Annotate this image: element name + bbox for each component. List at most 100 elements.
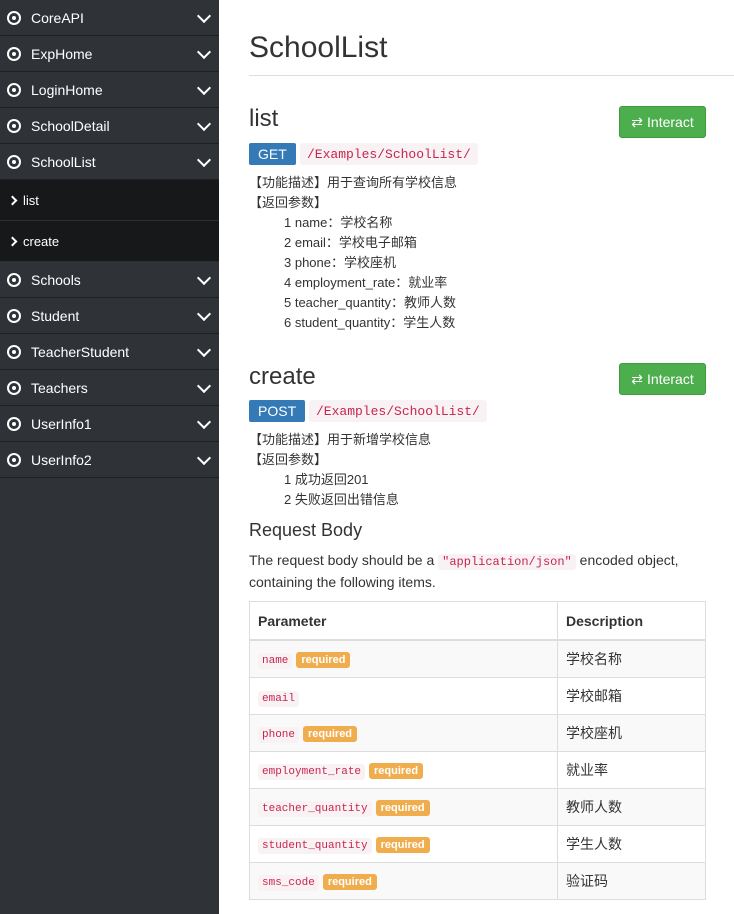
nav-item-schoollist[interactable]: SchoolList: [0, 144, 219, 180]
nav-item-userinfo1[interactable]: UserInfo1: [0, 406, 219, 442]
description-cell: 学校座机: [557, 714, 706, 752]
chevron-down-icon: [196, 152, 212, 168]
interact-button-list[interactable]: ⇄ Interact: [619, 106, 706, 138]
return-param: 1 name：学校名称: [284, 215, 393, 230]
description-line: 【功能描述】用于新增学校信息: [249, 432, 432, 447]
nav-item-label: Student: [31, 307, 80, 324]
chevron-down-icon: [196, 8, 212, 24]
method-badge-post: POST: [249, 400, 306, 422]
table-row: student_quantity required 学生人数: [249, 825, 706, 863]
description-line: 【返回参数】: [249, 195, 328, 210]
nav-item-label: CoreAPI: [31, 9, 84, 26]
content-type-code: "application/json": [438, 554, 576, 570]
nav-item-exphome[interactable]: ExpHome: [0, 36, 219, 72]
circle-dot-icon: [7, 118, 21, 133]
nav-item-label: SchoolList: [31, 153, 96, 170]
chevron-down-icon: [196, 270, 212, 286]
param-cell: teacher_quantity required: [249, 788, 558, 826]
nav-item-student[interactable]: Student: [0, 298, 219, 334]
table-row: teacher_quantity required 教师人数: [249, 788, 706, 826]
circle-dot-icon: [7, 416, 21, 431]
nav-item-label: UserInfo2: [31, 451, 92, 468]
required-badge: required: [375, 837, 430, 853]
interact-button-label: Interact: [647, 114, 694, 130]
nav-item-label: LoginHome: [31, 81, 103, 98]
nav-item-label: Teachers: [31, 379, 88, 396]
table-row: employment_rate required 就业率: [249, 751, 706, 789]
return-param: 3 phone：学校座机: [284, 255, 396, 270]
request-body-title: Request Body: [249, 520, 363, 540]
chevron-down-icon: [196, 414, 212, 430]
chevron-down-icon: [196, 306, 212, 322]
return-param: 2 失败返回出错信息: [284, 492, 399, 507]
nav-item-label: ExpHome: [31, 45, 93, 62]
description-cell: 教师人数: [557, 788, 706, 826]
interact-button-create[interactable]: ⇄ Interact: [619, 363, 706, 395]
table-row: name required 学校名称: [249, 639, 706, 678]
circle-dot-icon: [7, 452, 21, 467]
nav-item-label: Schools: [31, 271, 81, 288]
param-name: teacher_quantity: [258, 801, 372, 817]
page-title: SchoolList: [249, 31, 388, 64]
param-name: name: [258, 653, 293, 669]
description-cell: 学校邮箱: [557, 677, 706, 715]
subnav-item-label: create: [23, 233, 60, 249]
divider: [249, 75, 734, 76]
nav-item-schools[interactable]: Schools: [0, 262, 219, 298]
endpoint-path-create: /Examples/SchoolList/: [309, 400, 487, 422]
required-badge: required: [303, 726, 358, 742]
table-row: sms_code required 验证码: [249, 862, 706, 900]
subnav-item-create[interactable]: create: [0, 221, 219, 262]
nav-item-label: SchoolDetail: [31, 117, 110, 134]
param-cell: student_quantity required: [249, 825, 558, 863]
return-param: 4 employment_rate：就业率: [284, 275, 448, 290]
submenu-schoollist: list create: [0, 180, 219, 262]
endpoint-description-create: 【功能描述】用于新增学校信息 【返回参数】 1 成功返回201 2 失败返回出错…: [249, 430, 431, 510]
nav-item-label: TeacherStudent: [31, 343, 130, 360]
sidebar: CoreAPI ExpHome LoginHome SchoolDetail S…: [0, 0, 219, 914]
param-name: email: [258, 690, 300, 707]
nav-item-userinfo2[interactable]: UserInfo2: [0, 442, 219, 478]
param-cell: sms_code required: [249, 862, 558, 900]
param-cell: name required: [249, 639, 558, 678]
request-body-text-before: The request body should be a: [249, 552, 439, 568]
chevron-down-icon: [196, 450, 212, 466]
circle-dot-icon: [7, 344, 21, 359]
required-badge: required: [375, 800, 430, 816]
chevron-down-icon: [196, 44, 212, 60]
endpoint-description-list: 【功能描述】用于查询所有学校信息 【返回参数】 1 name：学校名称 2 em…: [249, 173, 457, 333]
nav-item-loginhome[interactable]: LoginHome: [0, 72, 219, 108]
interact-button-label: Interact: [647, 371, 694, 387]
nav-item-teachers[interactable]: Teachers: [0, 370, 219, 406]
circle-dot-icon: [7, 10, 21, 25]
circle-dot-icon: [7, 46, 21, 61]
description-cell: 就业率: [557, 751, 706, 789]
subnav-item-list[interactable]: list: [0, 180, 219, 221]
return-param: 6 student_quantity：学生人数: [284, 315, 456, 330]
param-name: student_quantity: [258, 838, 372, 854]
nav-item-coreapi[interactable]: CoreAPI: [0, 0, 219, 36]
swap-arrows-icon: ⇄: [631, 113, 644, 130]
param-name: sms_code: [258, 875, 319, 891]
return-param: 1 成功返回201: [284, 472, 369, 487]
parameters-table: Parameter Description name required 学校名称 …: [249, 601, 706, 900]
nav-item-label: UserInfo1: [31, 415, 92, 432]
circle-dot-icon: [7, 380, 21, 395]
chevron-down-icon: [196, 378, 212, 394]
endpoint-path-list: /Examples/SchoolList/: [300, 143, 478, 165]
nav-item-schooldetail[interactable]: SchoolDetail: [0, 108, 219, 144]
circle-dot-icon: [7, 308, 21, 323]
chevron-down-icon: [196, 80, 212, 96]
circle-dot-icon: [7, 82, 21, 97]
required-badge: required: [322, 874, 377, 890]
return-param: 2 email：学校电子邮箱: [284, 235, 417, 250]
description-cell: 学生人数: [557, 825, 706, 863]
description-line: 【返回参数】: [249, 452, 328, 467]
circle-dot-icon: [7, 154, 21, 169]
param-name: phone: [258, 727, 300, 743]
return-param: 5 teacher_quantity：教师人数: [284, 295, 456, 310]
description-cell: 验证码: [557, 862, 706, 900]
nav-item-teacherstudent[interactable]: TeacherStudent: [0, 334, 219, 370]
chevron-down-icon: [196, 342, 212, 358]
subnav-item-label: list: [23, 192, 39, 208]
